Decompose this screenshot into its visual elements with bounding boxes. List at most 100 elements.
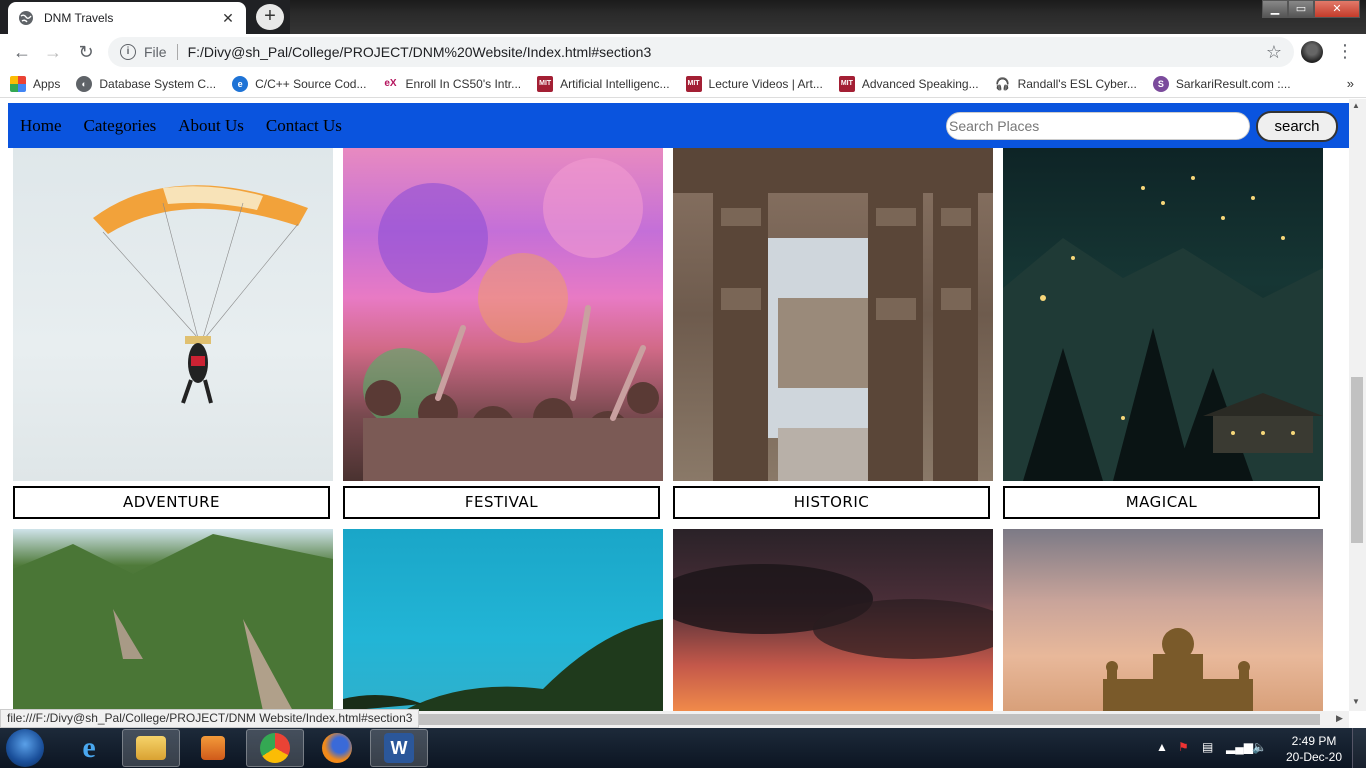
magical-image[interactable] bbox=[1003, 148, 1323, 481]
horizontal-scroll-thumb[interactable] bbox=[405, 714, 1320, 725]
bookmark-label: SarkariResult.com :... bbox=[1175, 76, 1291, 91]
bookmark-item[interactable]: ◐ Database System C... bbox=[76, 75, 216, 92]
volume-icon[interactable]: 🔈 bbox=[1252, 740, 1267, 754]
mit-ocw-icon: MIT bbox=[838, 75, 855, 92]
bookmark-item[interactable]: MIT Advanced Speaking... bbox=[838, 75, 979, 92]
forward-arrow-icon[interactable]: → bbox=[42, 41, 64, 63]
reload-icon[interactable]: ↻ bbox=[75, 41, 97, 63]
palm-trees-illustration bbox=[343, 619, 663, 711]
new-tab-button[interactable]: + bbox=[256, 4, 284, 30]
media-player-icon bbox=[201, 736, 225, 760]
tab-close-icon[interactable]: ✕ bbox=[220, 10, 236, 26]
system-clock[interactable]: 2:49 PM 20-Dec-20 bbox=[1284, 733, 1344, 765]
hills-image[interactable] bbox=[13, 529, 333, 711]
category-label-magical[interactable]: MAGICAL bbox=[1003, 486, 1320, 519]
sunset-clouds-illustration bbox=[673, 564, 993, 659]
show-desktop-button[interactable] bbox=[1352, 728, 1366, 768]
bookmark-label: Randall's ESL Cyber... bbox=[1017, 76, 1137, 91]
bookmarks-bar: Apps ◐ Database System C... e C/C++ Sour… bbox=[0, 70, 1366, 98]
edx-icon: eX bbox=[382, 75, 399, 92]
temple-silhouette-illustration bbox=[1103, 628, 1253, 711]
bookmark-label: Artificial Intelligenc... bbox=[560, 76, 670, 91]
category-label-festival[interactable]: FESTIVAL bbox=[343, 486, 660, 519]
scroll-right-arrow-icon[interactable]: ▶ bbox=[1336, 713, 1343, 724]
address-bar[interactable]: i File F:/Divy@sh_Pal/College/PROJECT/DN… bbox=[108, 37, 1294, 67]
sunset-image[interactable] bbox=[673, 529, 993, 711]
nav-link-home[interactable]: Home bbox=[20, 116, 62, 136]
globe-icon: ◐ bbox=[76, 75, 93, 92]
window-close-button[interactable]: ✕ bbox=[1314, 0, 1360, 18]
network-adapter-icon[interactable]: ▤ bbox=[1202, 740, 1213, 754]
night-hills-illustration bbox=[1003, 176, 1323, 481]
folder-icon bbox=[136, 736, 166, 760]
adventure-image[interactable] bbox=[13, 148, 333, 481]
info-icon[interactable]: i bbox=[120, 44, 136, 60]
green-hills-illustration bbox=[13, 534, 333, 711]
headphones-icon: 🎧 bbox=[994, 75, 1011, 92]
taskbar-firefox[interactable] bbox=[308, 729, 366, 767]
tray-overflow-icon[interactable]: ▲ bbox=[1156, 740, 1168, 754]
bookmark-item[interactable]: MIT Artificial Intelligenc... bbox=[537, 75, 670, 92]
bookmark-item[interactable]: 🎧 Randall's ESL Cyber... bbox=[994, 75, 1137, 92]
clock-date: 20-Dec-20 bbox=[1285, 750, 1343, 764]
address-separator bbox=[176, 44, 178, 60]
browser-toolbar: ← → ↻ i File F:/Divy@sh_Pal/College/PROJ… bbox=[0, 34, 1366, 70]
bookmark-label: Lecture Videos | Art... bbox=[708, 76, 823, 91]
browser-tab[interactable]: DNM Travels ✕ bbox=[8, 2, 246, 34]
chrome-icon bbox=[260, 733, 290, 763]
bookmark-item[interactable]: e C/C++ Source Cod... bbox=[232, 75, 367, 92]
address-url[interactable]: F:/Divy@sh_Pal/College/PROJECT/DNM%20Web… bbox=[188, 44, 1266, 60]
scroll-up-arrow-icon[interactable]: ▲ bbox=[1352, 101, 1360, 110]
taskbar-chrome[interactable] bbox=[246, 729, 304, 767]
tab-title: DNM Travels bbox=[44, 11, 114, 25]
mit-ocw-icon: MIT bbox=[537, 75, 554, 92]
taskbar-internet-explorer[interactable]: e bbox=[60, 729, 118, 767]
vertical-scroll-thumb[interactable] bbox=[1351, 377, 1363, 543]
bookmark-item[interactable]: eX Enroll In CS50's Intr... bbox=[382, 75, 522, 92]
beach-image[interactable] bbox=[343, 529, 663, 711]
apps-grid-icon bbox=[10, 75, 26, 92]
taskbar-media-player[interactable] bbox=[184, 729, 242, 767]
profile-avatar[interactable] bbox=[1301, 41, 1323, 63]
back-arrow-icon[interactable]: ← bbox=[11, 41, 33, 63]
bookmark-item[interactable]: S SarkariResult.com :... bbox=[1152, 75, 1291, 92]
bookmark-label: Enroll In CS50's Intr... bbox=[405, 76, 522, 91]
bookmark-item[interactable]: MIT Lecture Videos | Art... bbox=[685, 75, 823, 92]
vertical-scrollbar[interactable]: ▲ ▼ bbox=[1349, 99, 1366, 711]
nav-link-categories[interactable]: Categories bbox=[84, 116, 157, 136]
holi-crowd-illustration bbox=[363, 158, 663, 481]
category-label-historic[interactable]: HISTORIC bbox=[673, 486, 990, 519]
globe-icon bbox=[19, 11, 33, 25]
nav-link-about-us[interactable]: About Us bbox=[178, 116, 244, 136]
taskbar-word[interactable]: W bbox=[370, 729, 428, 767]
action-center-flag-icon[interactable]: ⚑ bbox=[1178, 740, 1189, 754]
bookmark-label: Advanced Speaking... bbox=[861, 76, 979, 91]
site-navbar: Home Categories About Us Contact Us Sear… bbox=[8, 103, 1349, 148]
historic-image[interactable] bbox=[673, 148, 993, 481]
scroll-down-arrow-icon[interactable]: ▼ bbox=[1352, 697, 1360, 706]
search-input[interactable]: Search Places bbox=[946, 112, 1250, 140]
taskbar-file-explorer[interactable] bbox=[122, 729, 180, 767]
category-label-adventure[interactable]: ADVENTURE bbox=[13, 486, 330, 519]
internet-explorer-icon: e bbox=[82, 731, 96, 764]
bookmark-label: C/C++ Source Cod... bbox=[255, 76, 367, 91]
festival-image[interactable] bbox=[343, 148, 663, 481]
search-button[interactable]: search bbox=[1256, 111, 1338, 142]
start-button[interactable] bbox=[6, 729, 44, 767]
word-icon: W bbox=[384, 733, 414, 763]
nav-link-contact-us[interactable]: Contact Us bbox=[266, 116, 342, 136]
bookmark-apps[interactable]: Apps bbox=[10, 75, 60, 92]
title-bar-background bbox=[290, 0, 1366, 34]
window-minimize-button[interactable]: ▁ bbox=[1262, 0, 1288, 18]
golden-temple-image[interactable] bbox=[1003, 529, 1323, 711]
signal-strength-icon[interactable]: ▂▄▆ bbox=[1226, 740, 1253, 754]
browser-menu-icon[interactable]: ⋮ bbox=[1336, 41, 1354, 63]
browser-tab-bar: DNM Travels ✕ + ▁ ▭ ✕ bbox=[0, 0, 1366, 34]
address-scheme: File bbox=[144, 44, 167, 60]
page-viewport: ADVENTURE FESTIVAL HISTORIC MAGICAL Home… bbox=[0, 99, 1349, 711]
bookmark-star-icon[interactable]: ☆ bbox=[1266, 42, 1282, 63]
bookmarks-overflow-icon[interactable]: » bbox=[1347, 76, 1354, 91]
edge-icon: e bbox=[232, 75, 249, 92]
window-maximize-button[interactable]: ▭ bbox=[1288, 0, 1314, 18]
temple-pillars-illustration bbox=[673, 148, 993, 481]
